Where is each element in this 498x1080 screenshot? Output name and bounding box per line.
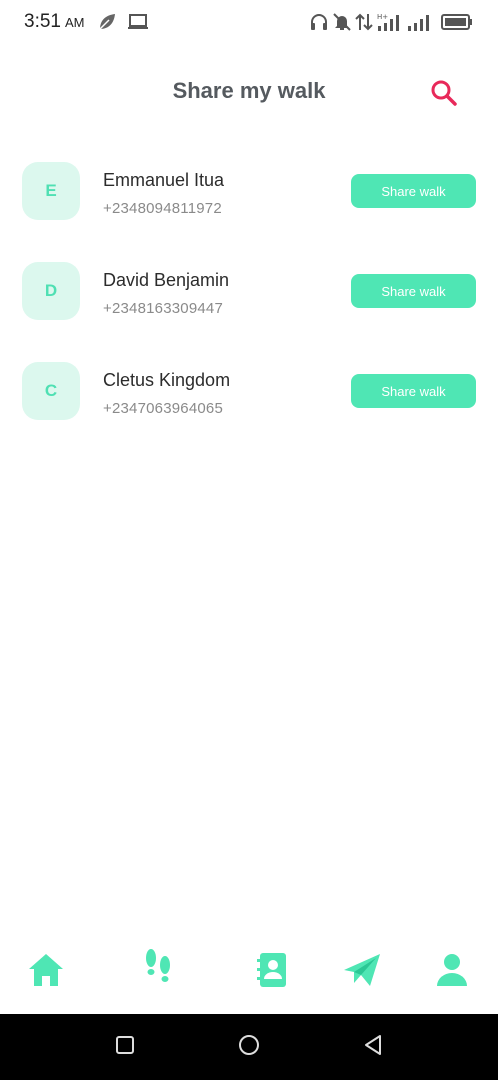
svg-text:H+: H+	[377, 13, 388, 21]
status-time-value: 3:51	[24, 11, 61, 32]
search-button[interactable]	[428, 77, 460, 109]
nav-send[interactable]	[340, 950, 384, 994]
status-ampm: AM	[64, 15, 85, 30]
profile-icon	[435, 952, 469, 993]
contact-phone: +2348163309447	[103, 300, 224, 317]
contacts-book-icon	[254, 951, 290, 994]
footsteps-icon	[140, 947, 176, 990]
share-walk-button[interactable]: Share walk	[351, 374, 476, 408]
battery-icon	[441, 13, 473, 36]
contact-phone: +2347063964065	[103, 400, 224, 417]
nav-walk[interactable]	[136, 946, 180, 990]
system-nav-bar	[0, 1014, 498, 1080]
leaf-icon	[97, 12, 117, 37]
bottom-nav	[0, 940, 498, 1012]
recents-icon	[115, 1035, 135, 1060]
contact-name: Emmanuel Itua	[103, 170, 225, 190]
data-arrows-icon	[355, 12, 373, 37]
contact-row: C Cletus Kingdom +2347063964065 Share wa…	[0, 362, 498, 442]
recents-button[interactable]	[112, 1034, 138, 1060]
status-time: 3:51 AM	[24, 11, 84, 33]
home-icon	[27, 952, 65, 993]
nav-profile[interactable]	[430, 950, 474, 994]
home-system-button[interactable]	[236, 1034, 262, 1060]
avatar: E	[22, 162, 80, 220]
share-walk-button[interactable]: Share walk	[351, 174, 476, 208]
laptop-icon	[127, 12, 149, 37]
avatar: D	[22, 262, 80, 320]
headset-icon	[309, 12, 329, 37]
back-icon	[363, 1034, 383, 1061]
avatar: C	[22, 362, 80, 420]
contact-phone: +2348094811972	[103, 200, 222, 217]
contact-name: Cletus Kingdom	[103, 370, 231, 390]
nav-home[interactable]	[24, 950, 68, 994]
mute-icon	[332, 12, 352, 37]
home-circle-icon	[238, 1034, 260, 1061]
nav-contacts[interactable]	[250, 950, 294, 994]
page-title: Share my walk	[172, 78, 326, 103]
contact-row: E Emmanuel Itua +2348094811972 Share wal…	[0, 162, 498, 242]
status-bar: 3:51 AM H+	[0, 0, 498, 46]
search-icon	[428, 80, 460, 113]
back-button[interactable]	[360, 1034, 386, 1060]
contact-name: David Benjamin	[103, 270, 230, 290]
share-walk-button[interactable]: Share walk	[351, 274, 476, 308]
send-icon	[342, 952, 382, 993]
contact-row: D David Benjamin +2348163309447 Share wa…	[0, 262, 498, 342]
hplus-signal-icon: H+	[376, 12, 404, 37]
signal-icon	[407, 12, 433, 37]
